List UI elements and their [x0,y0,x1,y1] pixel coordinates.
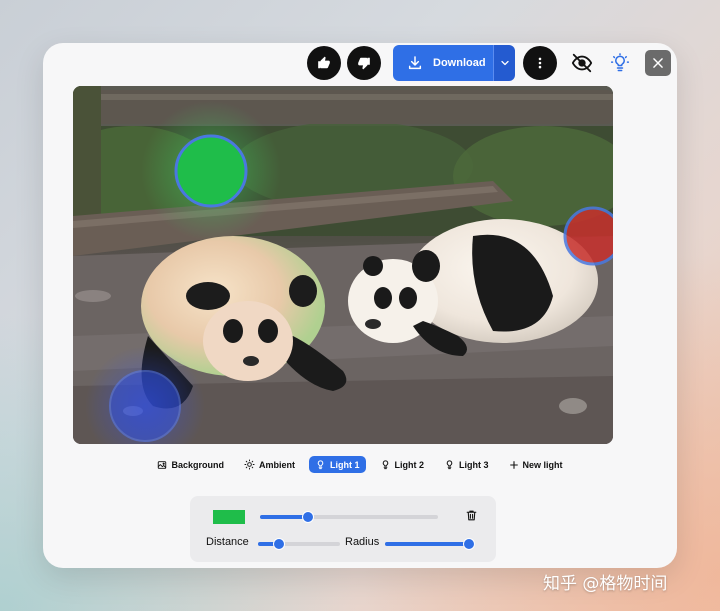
lightbulb-icon [382,460,388,470]
download-icon [408,56,422,70]
light-marker-green[interactable] [174,134,248,208]
relight-dialog: Download Background Ambient Light 1 Ligh… [43,43,677,568]
tab-light-3[interactable]: Light 3 [438,456,495,473]
light-tabs: Background Ambient Light 1 Light 2 Light… [43,456,677,473]
tab-label: Background [171,459,224,470]
distance-label: Distance [206,536,249,548]
chevron-down-icon [500,60,509,66]
tab-light-2[interactable]: Light 2 [374,456,431,473]
radius-slider-handle[interactable] [463,538,475,550]
distance-slider-handle[interactable] [272,538,285,550]
tab-new-light[interactable]: New light [503,456,569,473]
radius-label: Radius [345,536,380,548]
download-options-button[interactable] [493,45,515,81]
radius-slider[interactable] [385,538,475,550]
trash-icon [466,510,477,521]
plus-icon [509,460,518,469]
distance-slider[interactable] [258,538,340,550]
close-button[interactable] [645,50,671,76]
intensity-slider-handle[interactable] [302,511,315,523]
light-marker-blue[interactable] [109,370,181,442]
light-color-swatch[interactable] [213,510,245,524]
sun-icon [244,459,255,470]
preview-image [73,86,613,444]
tab-label: Light 3 [459,459,489,470]
eye-off-icon [571,53,593,73]
lighting-toggle-button[interactable] [603,46,637,80]
tab-ambient[interactable]: Ambient [238,456,301,473]
tab-label: New light [522,459,563,470]
tab-label: Ambient [259,459,295,470]
more-options-button[interactable] [523,46,557,80]
download-split-button: Download [393,45,515,81]
lightbulb-icon [610,53,630,72]
tab-background[interactable]: Background [151,456,230,473]
lightbulb-icon [317,460,324,470]
intensity-slider[interactable] [260,511,438,523]
close-icon [653,58,663,68]
light-controls-panel: Distance Radius [190,496,496,562]
download-button[interactable]: Download [393,45,493,81]
tab-label: Light 1 [330,459,360,470]
download-label: Download [433,57,486,69]
tab-light-1[interactable]: Light 1 [309,456,366,473]
toggle-visibility-button[interactable] [565,46,599,80]
more-vertical-icon [538,57,542,69]
light-marker-red[interactable] [563,206,613,266]
toolbar: Download [307,44,671,82]
like-button[interactable] [307,46,341,80]
thumbs-up-icon [318,56,330,69]
watermark: 知乎 @格物时间 [543,574,668,594]
lightbulb-icon [446,460,453,470]
tab-label: Light 2 [394,459,425,470]
dislike-button[interactable] [347,46,381,80]
thumbs-down-icon [358,57,370,70]
image-icon [158,460,167,469]
delete-light-button[interactable] [465,509,478,527]
